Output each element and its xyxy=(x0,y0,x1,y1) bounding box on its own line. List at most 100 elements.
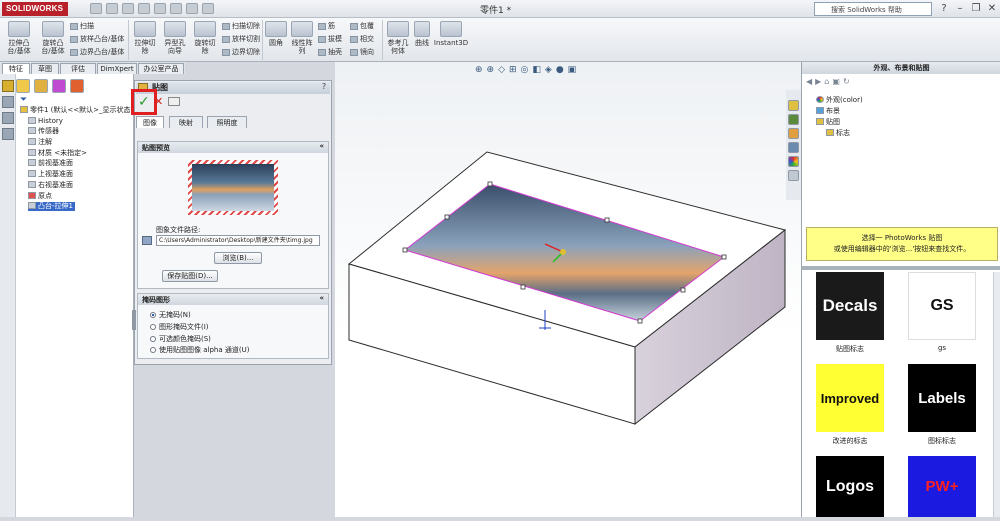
tool-icon[interactable] xyxy=(2,128,14,140)
tp-tree-decals[interactable]: 贴图 xyxy=(816,118,840,127)
help-icon[interactable]: ? xyxy=(319,82,329,92)
panel-splitter[interactable] xyxy=(132,310,136,330)
help-search-input[interactable]: 搜索 SolidWorks 帮助 xyxy=(814,2,932,16)
help-icon[interactable]: ? xyxy=(936,2,952,16)
property-manager-tab-icon[interactable] xyxy=(34,79,48,93)
rib-button[interactable]: 筋 xyxy=(318,21,335,31)
decal-gallery-scrollbar[interactable] xyxy=(993,272,1000,517)
tree-item-front-plane[interactable]: 前视基准面 xyxy=(28,159,73,168)
view-palette-tab-icon[interactable] xyxy=(788,142,799,153)
extrude-boss-button[interactable]: 拉伸凸 台/基体 xyxy=(2,21,36,55)
tab-features[interactable]: 特征 xyxy=(2,63,30,74)
collapse-icon[interactable]: « xyxy=(319,142,324,150)
save-decal-button[interactable]: 保存贴图(D)... xyxy=(162,270,218,282)
decal-origin-handle[interactable] xyxy=(560,249,566,255)
cancel-icon[interactable]: ✕ xyxy=(154,95,163,108)
loft-button[interactable]: 放样凸台/基体 xyxy=(70,34,124,44)
pm-tab-image[interactable]: 图像 xyxy=(136,116,164,128)
tree-item-material[interactable]: 材质 <未指定> xyxy=(28,149,87,158)
radio-color-mask[interactable]: 可选颜色掩码(S) xyxy=(150,334,211,344)
tool-icon[interactable] xyxy=(2,96,14,108)
pm-tab-mapping[interactable]: 映射 xyxy=(169,116,203,128)
decal-tile-logos[interactable]: Logos xyxy=(810,456,890,521)
fillet-button[interactable]: 圆角 xyxy=(264,21,288,47)
sweep-button[interactable]: 扫描 xyxy=(70,21,94,31)
collapse-icon[interactable]: « xyxy=(319,294,324,302)
draft-button[interactable]: 拔模 xyxy=(318,34,342,44)
feature-manager-tab-icon[interactable] xyxy=(16,79,30,93)
design-library-tab-icon[interactable] xyxy=(788,114,799,125)
decal-tile-decals[interactable]: Decals 贴图标志 xyxy=(810,272,890,354)
tree-item-boss-extrude1[interactable]: 凸台-拉伸1 xyxy=(28,202,75,211)
shell-button[interactable]: 抽壳 xyxy=(318,47,342,57)
tab-dimxpert[interactable]: DimXpert xyxy=(97,63,137,74)
resources-tab-icon[interactable] xyxy=(788,100,799,111)
boundary-cut-button[interactable]: 边界切除 xyxy=(222,47,260,57)
boundary-boss-button[interactable]: 边界凸台/基体 xyxy=(70,47,124,57)
tab-office-products[interactable]: 办公室产品 xyxy=(138,63,184,74)
solidworks-logo[interactable]: SOLIDWORKS xyxy=(2,2,68,16)
graphics-area[interactable]: ⊕⊕◇⊞◎◧◈●▣ xyxy=(335,62,801,517)
decal-tile-pw[interactable]: PW+ xyxy=(902,456,982,521)
tp-tree-scenes[interactable]: 布景 xyxy=(816,107,840,116)
undo-icon[interactable] xyxy=(154,3,166,14)
tp-tree-logos[interactable]: 标志 xyxy=(826,129,850,138)
radio-image-mask-file[interactable]: 图形掩码文件(I) xyxy=(150,322,209,332)
decal-preview-header[interactable]: 贴图预览 « xyxy=(138,142,328,153)
save-icon[interactable] xyxy=(122,3,134,14)
tree-item-sensors[interactable]: 传感器 xyxy=(28,127,59,136)
open-icon[interactable] xyxy=(106,3,118,14)
tree-item-right-plane[interactable]: 右视基准面 xyxy=(28,181,73,190)
curves-button[interactable]: 曲线 xyxy=(412,21,432,47)
loft-cut-button[interactable]: 放样切割 xyxy=(222,34,260,44)
revolve-boss-button[interactable]: 旋转凸 台/基体 xyxy=(36,21,70,55)
new-icon[interactable] xyxy=(90,3,102,14)
linear-pattern-button[interactable]: 线性阵 列 xyxy=(288,21,316,55)
decal-tile-improved[interactable]: Improved 改进的标志 xyxy=(810,364,890,446)
restore-button[interactable]: ❐ xyxy=(968,2,984,16)
options-icon[interactable] xyxy=(202,3,214,14)
tab-sketch[interactable]: 草图 xyxy=(31,63,59,74)
ok-icon[interactable]: ✓ xyxy=(138,94,150,110)
radio-no-mask[interactable]: 无掩码(N) xyxy=(150,310,191,320)
filter-icon[interactable]: ⏷ xyxy=(20,95,27,105)
custom-properties-tab-icon[interactable] xyxy=(788,170,799,181)
file-explorer-tab-icon[interactable] xyxy=(788,128,799,139)
radio-alpha-channel[interactable]: 使用贴图图像 alpha 通道(U) xyxy=(150,345,249,355)
sweep-cut-button[interactable]: 扫描切除 xyxy=(222,21,260,31)
hole-wizard-button[interactable]: 异型孔 向导 xyxy=(160,21,190,55)
tp-tree-appearances[interactable]: 外观(color) xyxy=(816,96,863,105)
image-path-input[interactable]: C:\Users\Administrator\Desktop\新建文件夹\tim… xyxy=(156,235,320,246)
intersect-button[interactable]: 相交 xyxy=(350,34,374,44)
tab-evaluate[interactable]: 评估 xyxy=(60,63,96,74)
minimize-button[interactable]: – xyxy=(952,2,968,16)
mask-header[interactable]: 掩码图形 « xyxy=(138,294,328,305)
display-manager-tab-icon[interactable] xyxy=(70,79,84,93)
task-pane-toolbar[interactable]: ◀▶⌂▣↻ xyxy=(806,77,866,87)
decal-tile-gs[interactable]: GS gs xyxy=(902,272,982,352)
tree-item-history[interactable]: History xyxy=(28,117,63,126)
tree-item-origin[interactable]: 原点 xyxy=(28,192,52,201)
wrap-button[interactable]: 包覆 xyxy=(350,21,374,31)
mirror-button[interactable]: 镜向 xyxy=(350,47,374,57)
tool-icon[interactable] xyxy=(2,80,14,92)
close-button[interactable]: ✕ xyxy=(984,2,1000,16)
pane-splitter[interactable] xyxy=(802,266,1000,270)
select-icon[interactable] xyxy=(170,3,182,14)
tree-item-top-plane[interactable]: 上视基准面 xyxy=(28,170,73,179)
extrude-cut-button[interactable]: 拉伸切 除 xyxy=(130,21,160,55)
instant3d-button[interactable]: Instant3D xyxy=(433,21,469,47)
rebuild-icon[interactable] xyxy=(186,3,198,14)
pm-tab-illumination[interactable]: 照明度 xyxy=(207,116,247,128)
browse-button[interactable]: 浏览(B)... xyxy=(214,252,262,264)
revolve-cut-button[interactable]: 旋转切 除 xyxy=(190,21,220,55)
ref-geometry-button[interactable]: 参考几 何体 xyxy=(384,21,412,55)
tool-icon[interactable] xyxy=(2,112,14,124)
tree-item-annotations[interactable]: 注解 xyxy=(28,138,52,147)
tree-root[interactable]: 零件1 (默认<<默认>_显示状态 xyxy=(20,106,131,115)
appearances-tab-icon[interactable] xyxy=(788,156,799,167)
config-manager-tab-icon[interactable] xyxy=(52,79,66,93)
print-icon[interactable] xyxy=(138,3,150,14)
decal-tile-labels[interactable]: Labels 图标标志 xyxy=(902,364,982,446)
pushpin-icon[interactable] xyxy=(168,97,180,106)
